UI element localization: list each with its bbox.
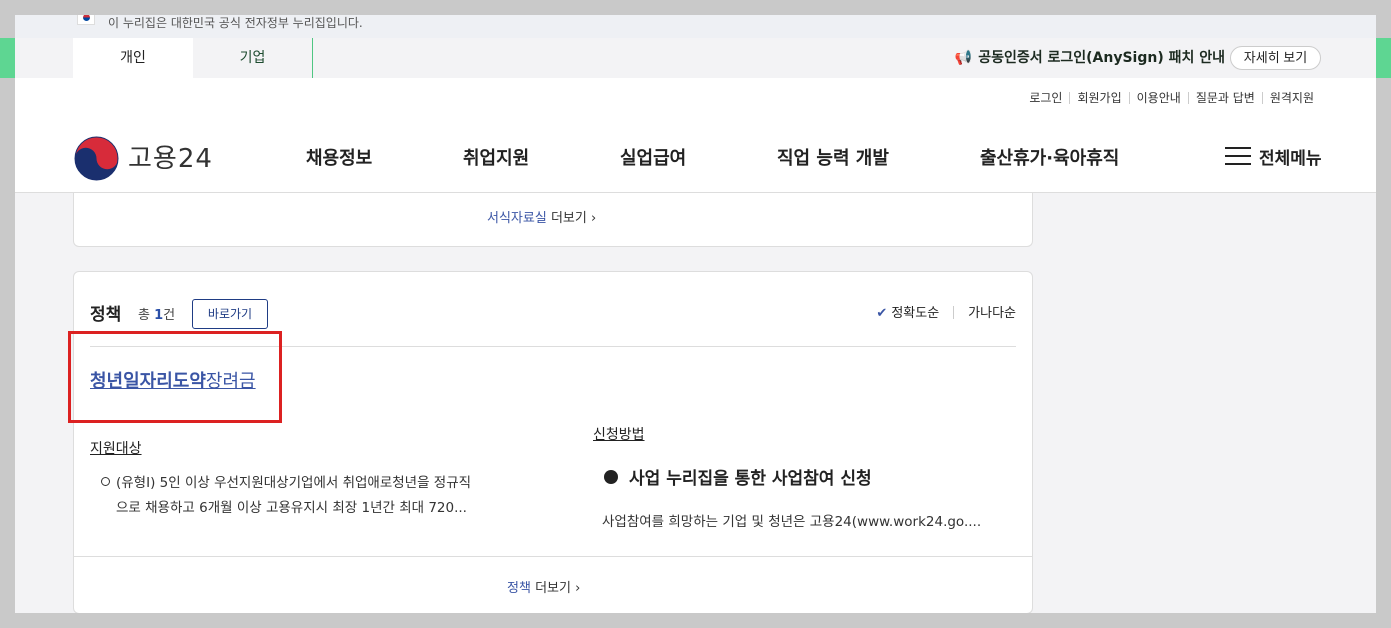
gov-banner-text: 이 누리집은 대한민국 공식 전자정부 누리집입니다. (108, 16, 363, 30)
gnb-unemployment-benefit[interactable]: 실업급여 (620, 144, 686, 170)
gnb-job-info[interactable]: 채용정보 (306, 144, 372, 170)
chevron-right-icon: › (575, 581, 581, 596)
remote-support-link[interactable]: 원격지원 (1261, 92, 1321, 104)
chevron-right-icon: › (590, 211, 597, 226)
check-icon: ✔ (876, 306, 888, 321)
korean-flag-icon (77, 15, 95, 25)
signup-link[interactable]: 회원가입 (1069, 92, 1128, 104)
login-link[interactable]: 로그인 (1022, 92, 1069, 104)
goyong24-logo-icon[interactable] (74, 136, 119, 181)
utility-links: 로그인 회원가입 이용안내 질문과 답변 원격지원 (1022, 91, 1321, 105)
method-text: 사업참여를 희망하는 기업 및 청년은 고용24(www.work24.go..… (602, 514, 982, 530)
logo-text[interactable]: 고용24 (128, 138, 213, 175)
sort-accuracy[interactable]: 정확도순 (891, 306, 939, 321)
detail-button[interactable]: 자세히 보기 (1230, 46, 1321, 70)
gov-banner: 이 누리집은 대한민국 공식 전자정부 누리집입니다. (15, 15, 1376, 38)
highlight-box (68, 331, 282, 423)
qna-link[interactable]: 질문과 답변 (1187, 92, 1262, 104)
method-label: 신청방법 (593, 427, 645, 443)
gnb-vocational-training[interactable]: 직업 능력 개발 (777, 144, 889, 170)
goto-button[interactable]: 바로가기 (192, 299, 268, 329)
policy-section-title: 정책 (90, 305, 122, 325)
method-heading: 사업 누리집을 통한 사업참여 신청 (629, 469, 872, 489)
all-menu-button[interactable]: 전체메뉴 (1259, 144, 1322, 169)
sort-options: ✔ 정확도순 가나다순 (876, 302, 1016, 321)
tab-corporate[interactable]: 기업 (193, 38, 313, 78)
forms-card: 서식자료실 더보기 › (73, 193, 1033, 247)
policy-card: 정책 총 1건 바로가기 ✔ 정확도순 가나다순 청년일자리도약장려금 지원대상 (… (73, 271, 1033, 613)
forms-more-link[interactable]: 서식자료실 더보기 › (487, 207, 596, 226)
browser-page: 이 누리집은 대한민국 공식 전자정부 누리집입니다. 로그인 회원가입 이용안내 질… (15, 15, 1376, 613)
megaphone-icon: 📢 (954, 50, 973, 66)
sort-alphabetical[interactable]: 가나다순 (968, 306, 1016, 321)
divider (74, 556, 1032, 557)
policy-more-link[interactable]: 정책 더보기 › (507, 577, 580, 596)
gnb-employment-support[interactable]: 취업지원 (463, 144, 529, 170)
bullet-dot-icon (604, 470, 618, 484)
gnb-parental-leave[interactable]: 출산휴가·육아휴직 (980, 144, 1119, 170)
guide-link[interactable]: 이용안내 (1128, 92, 1188, 104)
bullet-icon (101, 477, 110, 486)
notice-text[interactable]: 📢 공동인증서 로그인(AnySign) 패치 안내 (955, 38, 1225, 78)
target-label: 지원대상 (90, 441, 142, 457)
target-text: (유형I) 5인 이상 우선지원대상기업에서 취업애로청년을 정규직 으로 채용… (116, 475, 472, 516)
policy-count: 총 1건 (138, 308, 176, 323)
hamburger-icon[interactable] (1225, 147, 1251, 165)
tab-individual[interactable]: 개인 (73, 38, 193, 78)
